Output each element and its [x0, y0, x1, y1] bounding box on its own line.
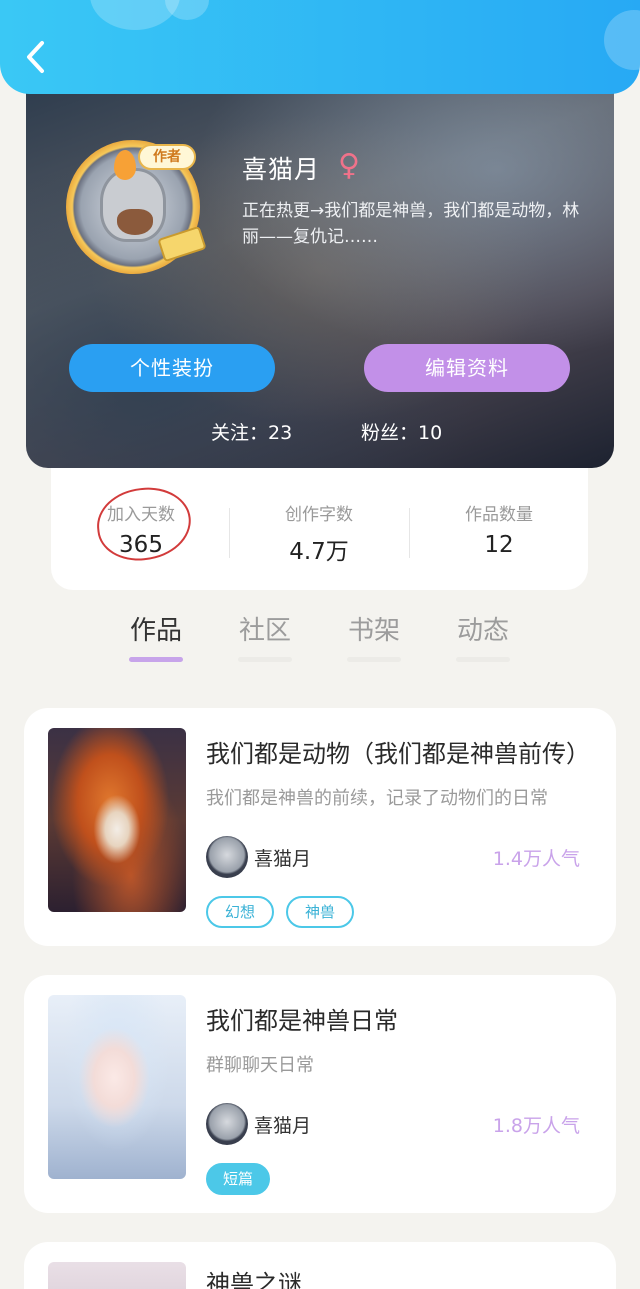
tab-works[interactable]: 作品: [116, 610, 196, 662]
work-card[interactable]: 我们都是神兽日常 群聊聊天日常 喜猫月 1.8万人气 短篇: [24, 975, 616, 1213]
work-title[interactable]: 神兽之谜: [206, 1264, 596, 1289]
decorative-bubble: [604, 10, 640, 70]
divider: [409, 508, 410, 558]
tab-indicator: [456, 657, 510, 662]
tab-community[interactable]: 社区: [225, 610, 305, 662]
tab-indicator: [238, 657, 292, 662]
avatar-character: [100, 168, 166, 242]
chevron-left-icon: [27, 41, 44, 73]
tab-activity[interactable]: 动态: [443, 610, 523, 662]
work-title[interactable]: 我们都是动物（我们都是神兽前传）: [206, 734, 596, 769]
stat-word-count: 创作字数 4.7万: [234, 500, 404, 566]
top-header-bar: [0, 0, 640, 94]
popularity-count: 1.4万人气: [492, 848, 580, 870]
author-name[interactable]: 喜猫月: [254, 1111, 311, 1138]
work-description: 群聊聊天日常: [206, 1055, 314, 1076]
stat-value: 4.7万: [289, 539, 349, 565]
work-cover-image[interactable]: [48, 728, 186, 912]
stat-label: 创作字数: [285, 505, 353, 525]
author-avatar[interactable]: [206, 836, 248, 878]
following-count[interactable]: 关注：23: [211, 418, 292, 445]
profile-bio: 正在热更→我们都是神兽，我们都是动物，林丽——复仇记……: [242, 201, 580, 247]
personal-dress-button[interactable]: 个性装扮: [69, 344, 275, 392]
tag-beast[interactable]: 神兽: [286, 896, 354, 928]
work-card[interactable]: 我们都是动物（我们都是神兽前传） 我们都是神兽的前续，记录了动物们的日常 喜猫月…: [24, 708, 616, 946]
flame-icon: [114, 150, 136, 180]
back-button[interactable]: [16, 36, 56, 80]
author-name[interactable]: 喜猫月: [254, 844, 311, 871]
tab-label: 书架: [347, 616, 400, 646]
tab-label: 动态: [456, 616, 509, 646]
stat-value: 12: [484, 532, 514, 558]
stat-works-count: 作品数量 12: [414, 500, 584, 558]
author-badge: 作者: [138, 144, 196, 170]
work-cover-image[interactable]: [48, 1262, 186, 1289]
work-cover-image[interactable]: [48, 995, 186, 1179]
tab-indicator: [129, 657, 183, 662]
tab-label: 社区: [238, 616, 291, 646]
followers-count[interactable]: 粉丝：10: [361, 418, 442, 445]
edit-profile-button[interactable]: 编辑资料: [364, 344, 570, 392]
divider: [229, 508, 230, 558]
decorative-bubble: [165, 0, 209, 20]
follow-stats-row: 关注：23 粉丝：10: [26, 418, 614, 448]
profile-card: 作者 喜猫月 ♀ 正在热更→我们都是神兽，我们都是动物，林丽——复仇记…… 个性…: [26, 70, 614, 468]
tag-fantasy[interactable]: 幻想: [206, 896, 274, 928]
tab-indicator: [347, 657, 401, 662]
female-icon: ♀: [338, 148, 360, 183]
author-avatar[interactable]: [206, 1103, 248, 1145]
tab-bookshelf[interactable]: 书架: [334, 610, 414, 662]
tab-label: 作品: [129, 616, 182, 646]
tag-short-story[interactable]: 短篇: [206, 1163, 270, 1195]
stat-label: 作品数量: [465, 505, 533, 525]
work-description: 我们都是神兽的前续，记录了动物们的日常: [206, 788, 548, 809]
work-card[interactable]: 神兽之谜: [24, 1242, 616, 1289]
work-title[interactable]: 我们都是神兽日常: [206, 1001, 596, 1036]
username: 喜猫月: [242, 155, 321, 184]
profile-tabs: 作品 社区 书架 动态: [0, 590, 640, 680]
popularity-count: 1.8万人气: [492, 1115, 580, 1137]
